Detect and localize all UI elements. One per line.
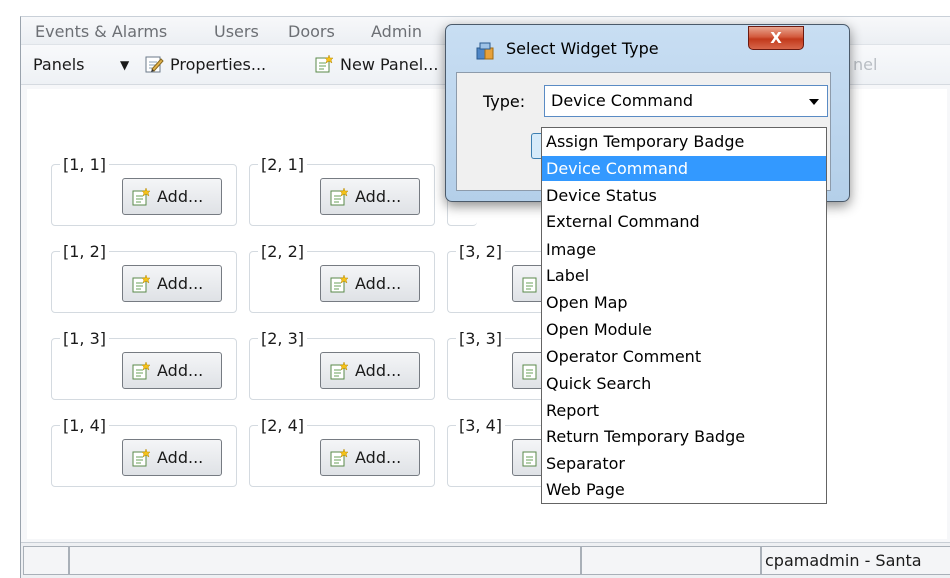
menu-events-alarms[interactable]: Events & Alarms xyxy=(35,22,167,41)
grid-cell: [2, 4] Add... xyxy=(249,416,435,487)
grid-cell: [2, 2] Add... xyxy=(249,242,435,313)
cell-label: [2, 3] xyxy=(258,329,308,348)
option-external-command[interactable]: External Command xyxy=(542,209,826,234)
option-operator-comment[interactable]: Operator Comment xyxy=(542,344,826,369)
panels-dropdown-arrow[interactable]: ▼ xyxy=(120,58,129,72)
widget-type-selected-value: Device Command xyxy=(551,91,694,110)
cell-label: [3, 3] xyxy=(456,329,506,348)
cell-label: [1, 3] xyxy=(60,329,110,348)
status-segment xyxy=(69,546,581,575)
add-button-label: Add... xyxy=(157,361,204,380)
add-icon xyxy=(330,186,349,205)
properties-icon xyxy=(145,56,164,73)
option-return-temporary-badge[interactable]: Return Temporary Badge xyxy=(542,424,826,449)
status-segment xyxy=(23,546,69,575)
add-button-label: Add... xyxy=(157,448,204,467)
option-image[interactable]: Image xyxy=(542,237,826,262)
cell-label: [2, 2] xyxy=(258,242,308,261)
add-button-label: Add... xyxy=(157,274,204,293)
type-label: Type: xyxy=(483,92,526,111)
option-quick-search[interactable]: Quick Search xyxy=(542,371,826,396)
widget-type-select[interactable]: Device Command xyxy=(544,85,828,117)
new-panel-button[interactable]: New Panel... xyxy=(340,55,438,74)
option-label[interactable]: Label xyxy=(542,263,826,288)
menu-doors[interactable]: Doors xyxy=(288,22,335,41)
add-icon xyxy=(522,364,537,379)
add-button-label: Add... xyxy=(355,274,402,293)
cell-label: [1, 1] xyxy=(60,155,110,174)
widget-app-icon xyxy=(476,42,494,60)
add-icon xyxy=(132,447,151,466)
statusbar: cpamadmin - Santa xyxy=(21,542,950,578)
close-icon: X xyxy=(770,29,782,47)
new-panel-icon xyxy=(315,54,334,73)
add-icon xyxy=(522,451,537,466)
add-button-label: Add... xyxy=(355,448,402,467)
add-icon xyxy=(522,277,537,292)
option-report[interactable]: Report xyxy=(542,398,826,423)
panels-menu-button[interactable]: Panels xyxy=(33,55,85,74)
add-button-label: Add... xyxy=(157,187,204,206)
grid-cell: [2, 3] Add... xyxy=(249,329,435,400)
grid-cell: [1, 2] Add... xyxy=(51,242,237,313)
widget-type-dropdown-list: Assign Temporary Badge Device Command De… xyxy=(541,127,827,504)
properties-button[interactable]: Properties... xyxy=(170,55,266,74)
add-widget-button[interactable]: Add... xyxy=(122,352,222,389)
add-button-label: Add... xyxy=(355,361,402,380)
option-separator[interactable]: Separator xyxy=(542,451,826,476)
option-device-status[interactable]: Device Status xyxy=(542,183,826,208)
add-widget-button[interactable]: Add... xyxy=(320,265,420,302)
add-widget-button[interactable]: Add... xyxy=(320,178,420,215)
cell-label: [2, 4] xyxy=(258,416,308,435)
close-button[interactable]: X xyxy=(748,26,804,50)
add-button-label: Add... xyxy=(355,187,402,206)
option-open-module[interactable]: Open Module xyxy=(542,317,826,342)
grid-cell: [1, 4] Add... xyxy=(51,416,237,487)
option-open-map[interactable]: Open Map xyxy=(542,290,826,315)
cell-label: [2, 1] xyxy=(258,155,308,174)
add-widget-button[interactable]: Add... xyxy=(320,352,420,389)
cell-label: [3, 2] xyxy=(456,242,506,261)
menu-users[interactable]: Users xyxy=(214,22,259,41)
add-icon xyxy=(132,186,151,205)
dialog-title: Select Widget Type xyxy=(506,39,659,58)
add-icon xyxy=(132,360,151,379)
status-user-text: cpamadmin - Santa xyxy=(765,551,922,570)
add-icon xyxy=(330,447,349,466)
toolbar-obscured-text: nel xyxy=(853,55,878,74)
grid-cell: [1, 3] Add... xyxy=(51,329,237,400)
cell-label: [1, 2] xyxy=(60,242,110,261)
option-device-command[interactable]: Device Command xyxy=(542,156,826,181)
option-web-page[interactable]: Web Page xyxy=(542,477,826,502)
cell-label: [1, 4] xyxy=(60,416,110,435)
menu-admin[interactable]: Admin xyxy=(371,22,422,41)
add-icon xyxy=(330,273,349,292)
grid-cell: [1, 1] Add... xyxy=(51,155,237,226)
chevron-down-icon[interactable] xyxy=(809,99,819,105)
cell-label: [3, 4] xyxy=(456,416,506,435)
status-segment xyxy=(581,546,761,575)
grid-cell: [2, 1] Add... xyxy=(249,155,435,226)
option-assign-temporary-badge[interactable]: Assign Temporary Badge xyxy=(542,129,826,154)
add-icon xyxy=(330,360,349,379)
add-widget-button[interactable]: Add... xyxy=(122,439,222,476)
add-widget-button[interactable]: Add... xyxy=(122,265,222,302)
add-widget-button[interactable]: Add... xyxy=(122,178,222,215)
add-widget-button[interactable]: Add... xyxy=(320,439,420,476)
add-icon xyxy=(132,273,151,292)
